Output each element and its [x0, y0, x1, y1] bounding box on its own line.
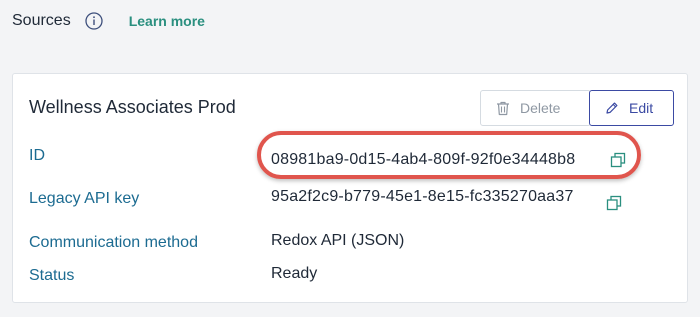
copy-id-icon[interactable]	[610, 152, 626, 168]
source-name: Wellness Associates Prod	[29, 97, 236, 117]
edit-button-label: Edit	[629, 100, 654, 116]
communication-method-label: Communication method	[29, 234, 198, 251]
id-value: 08981ba9-0d15-4ab4-809f-92f0e34448b8	[271, 151, 576, 168]
id-label: ID	[29, 147, 45, 164]
legacy-api-key-value: 95a2f2c9-b779-45e1-8e15-fc335270aa37	[271, 188, 574, 205]
communication-method-value: Redox API (JSON)	[271, 232, 405, 249]
trash-icon	[497, 101, 509, 115]
section-title: Sources	[12, 12, 71, 29]
source-card: Wellness Associates Prod Delete Edit ID …	[12, 73, 688, 303]
status-label: Status	[29, 267, 75, 284]
section-header: Sources Learn more	[12, 10, 205, 32]
learn-more-link[interactable]: Learn more	[129, 13, 205, 29]
status-value: Ready	[271, 265, 318, 282]
delete-button[interactable]: Delete	[480, 90, 591, 126]
delete-button-label: Delete	[520, 100, 561, 116]
copy-legacy-api-key-icon[interactable]	[606, 195, 622, 211]
edit-button[interactable]: Edit	[589, 90, 674, 126]
pencil-icon	[606, 102, 618, 114]
info-icon[interactable]	[85, 12, 103, 30]
legacy-api-key-label: Legacy API key	[29, 190, 140, 207]
